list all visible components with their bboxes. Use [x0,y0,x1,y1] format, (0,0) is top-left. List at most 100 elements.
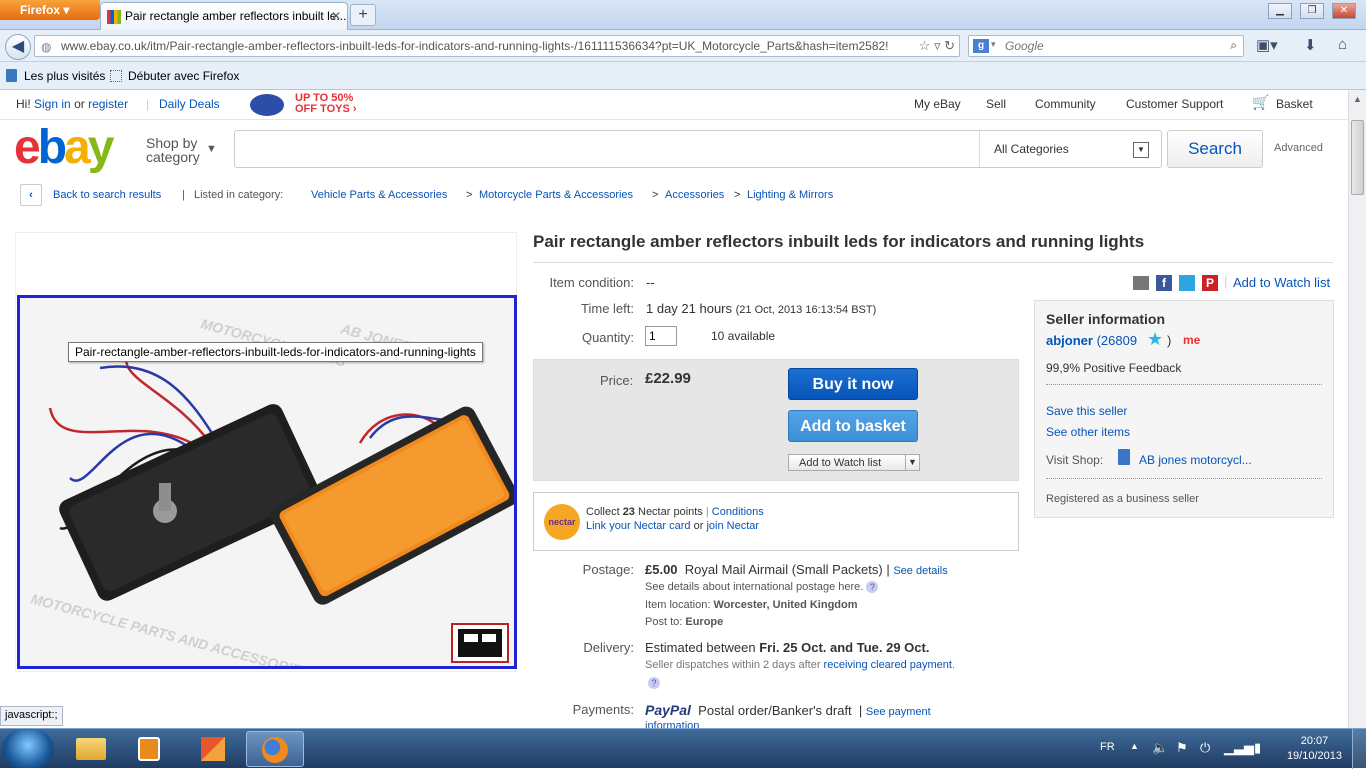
add-to-watch-list-link[interactable]: Add to Watch list [1233,275,1330,290]
join-nectar-link[interactable]: join Nectar [706,520,759,532]
browser-titlebar: Firefox ▾ Pair rectangle amber reflector… [0,0,1366,30]
clock[interactable]: 20:07 19/10/2013 [1287,734,1342,764]
browser-tab[interactable]: Pair rectangle amber reflectors inbuilt … [100,2,348,30]
postage-see-details-link[interactable]: See details [893,565,947,577]
back-chevron-icon[interactable]: ‹ [20,184,42,206]
minimize-icon[interactable]: ▁ [1268,3,1292,19]
add-to-watch-list-button[interactable]: Add to Watch list ▼ [788,454,920,471]
page-scrollbar[interactable]: ▲ [1348,90,1366,728]
positive-feedback: 99,9% Positive Feedback [1046,361,1182,375]
ebay-search-input[interactable]: All Categories ▼ [234,130,1162,168]
magnifier-icon[interactable]: ⌕ [1230,38,1237,53]
downloads-icon[interactable]: ⬇ [1304,36,1317,54]
register-link[interactable]: register [88,97,128,111]
reload-icon[interactable]: ↻ [944,38,955,53]
back-arrow-icon[interactable]: ◀ [5,34,31,60]
email-icon[interactable] [1133,276,1149,290]
basket-link[interactable]: Basket [1276,97,1313,111]
office-icon[interactable] [184,731,242,767]
help-icon[interactable]: ? [648,677,660,689]
show-hidden-icons-icon[interactable]: ▲ [1130,741,1139,751]
link-nectar-card-link[interactable]: Link your Nectar card [586,520,691,532]
restore-icon[interactable]: ❐ [1300,3,1324,19]
shop-by-category-button[interactable]: Shop by category ▼ [146,136,217,164]
volume-icon[interactable]: 🔈 [1152,740,1168,756]
quantity-input[interactable] [645,326,677,346]
search-engine-dropdown-icon[interactable]: ▾ [991,39,996,50]
star-icon[interactable]: ☆ [919,38,931,53]
scroll-up-icon[interactable]: ▲ [1353,94,1362,104]
back-to-results-link[interactable]: Back to search results [53,189,161,201]
windows-start-icon[interactable] [2,730,54,768]
sell-link[interactable]: Sell [986,97,1006,111]
payment-information-link[interactable]: information [645,720,699,728]
help-icon[interactable]: ? [866,581,879,593]
language-indicator[interactable]: FR [1100,741,1115,753]
feedback-score-link[interactable]: (26809 [1097,333,1137,348]
me-badge-icon[interactable]: me [1183,333,1200,347]
dropdown-icon[interactable]: ▿ [934,38,941,53]
greeting: Hi! Sign in or register [16,97,128,111]
new-tab-button[interactable]: + [350,4,376,26]
close-window-icon[interactable]: ✕ [1332,3,1356,19]
media-player-icon[interactable] [120,731,178,767]
web-search-input[interactable]: g ▾ Google ⌕ [968,35,1244,57]
community-link[interactable]: Community [1035,97,1096,111]
sign-in-link[interactable]: Sign in [34,97,71,111]
add-to-basket-button[interactable]: Add to basket [788,410,918,442]
url-bar[interactable]: ◍ www.ebay.co.uk/itm/Pair-rectangle-ambe… [34,35,960,57]
facebook-icon[interactable]: f [1156,275,1172,291]
breadcrumb-lighting-mirrors[interactable]: Lighting & Mirrors [747,189,833,201]
seller-name-link[interactable]: abjoner [1046,333,1093,348]
breadcrumb-vehicle-parts[interactable]: Vehicle Parts & Accessories [311,189,447,201]
delivery-prefix: Estimated between [645,640,756,655]
battery-icon[interactable]: ▮ [1254,740,1261,756]
promo-toys-link[interactable]: UP TO 50% OFF TOYS › [295,93,357,115]
customer-support-link[interactable]: Customer Support [1126,97,1223,111]
shop-link[interactable]: AB jones motorcycl... [1139,453,1252,467]
toy-whale-icon[interactable] [250,94,284,116]
see-payment-link[interactable]: See payment [866,706,931,718]
postage-price: £5.00 [645,562,678,577]
close-tab-icon[interactable]: ✕ [331,9,341,23]
google-icon[interactable]: g [973,39,989,53]
dropdown-arrow-icon[interactable]: ▼ [1133,142,1149,158]
ebay-logo[interactable]: ebay [14,124,114,172]
breadcrumb-motorcycle-parts[interactable]: Motorcycle Parts & Accessories [479,189,633,201]
category-select[interactable]: All Categories ▼ [979,131,1161,167]
bookmarks-menu-icon[interactable]: ▣▾ [1256,36,1278,54]
network-signal-icon[interactable]: ▁▃▅ [1224,740,1254,756]
save-seller-link[interactable]: Save this seller [1046,404,1127,418]
globe-icon: ◍ [41,40,52,54]
breadcrumb-separator: > [652,189,659,201]
buy-it-now-button[interactable]: Buy it now [788,368,918,400]
show-desktop-button[interactable] [1352,729,1366,769]
twitter-icon[interactable] [1179,275,1195,291]
see-other-items-link[interactable]: See other items [1046,425,1130,439]
greeting-text: Hi! [16,97,31,111]
search-button[interactable]: Search [1167,130,1263,168]
power-icon[interactable]: ⏻ [1200,740,1210,756]
paypal-logo: PayPal [645,702,691,718]
daily-deals-link[interactable]: Daily Deals [159,97,220,111]
scroll-thumb[interactable] [1351,120,1364,195]
delivery-dates: Fri. 25 Oct. and Tue. 29 Oct. [759,640,930,655]
breadcrumb-accessories[interactable]: Accessories [665,189,724,201]
explorer-icon[interactable] [62,731,120,767]
promo-line2: OFF TOYS [295,103,350,115]
firefox-taskbar-icon[interactable] [246,731,304,767]
nectar-conditions-link[interactable]: Conditions [712,506,764,518]
bookmark-getting-started[interactable]: Débuter avec Firefox [128,69,239,83]
firefox-menu-button[interactable]: Firefox ▾ [0,0,100,20]
basket-icon[interactable]: 🛒 [1252,94,1269,111]
bookmark-most-visited[interactable]: Les plus visités [24,69,105,83]
cleared-payment-link[interactable]: receiving cleared payment [824,659,952,671]
pinterest-icon[interactable]: P [1202,275,1218,291]
chevron-down-icon[interactable]: ▼ [905,455,919,470]
item-location-label: Item location: [645,599,711,611]
my-ebay-link[interactable]: My eBay [914,97,961,111]
advanced-search-link[interactable]: Advanced [1274,142,1323,154]
home-icon[interactable]: ⌂ [1338,36,1347,53]
flag-icon[interactable]: ⚑ [1176,740,1188,756]
payment-other-methods: Postal order/Banker's draft [698,703,852,718]
